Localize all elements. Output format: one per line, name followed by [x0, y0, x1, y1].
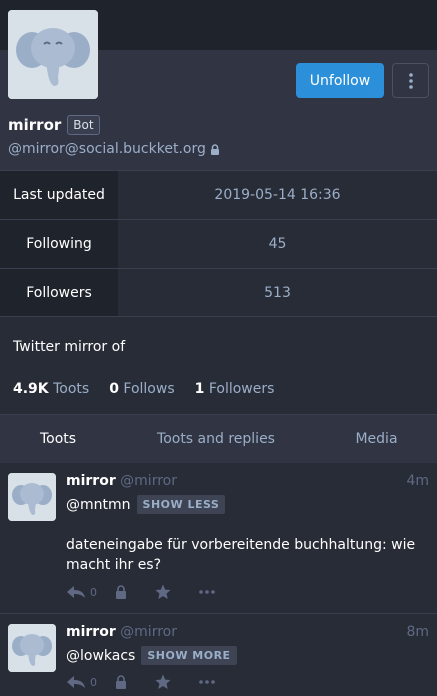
favourite-button[interactable]	[155, 584, 171, 600]
acct-text: @mirror@social.buckket.org	[8, 141, 206, 157]
status-item[interactable]: mirror @mirror 8m @lowkacs SHOW MORE 0	[0, 614, 437, 696]
toots-count[interactable]: 4.9K Toots	[13, 381, 89, 397]
show-less-button[interactable]: SHOW LESS	[136, 495, 226, 514]
status-mention-line: @mntmn SHOW LESS	[66, 495, 226, 514]
status-content: dateneingabe für vorbereitende buchhaltu…	[66, 537, 416, 573]
field-name: Followers	[0, 269, 118, 316]
mention-link[interactable]: @lowkacs	[66, 648, 135, 664]
tab-toots[interactable]: Toots	[0, 415, 116, 463]
status-time[interactable]: 4m	[406, 473, 429, 489]
field-value: 2019-05-14 16:36	[118, 171, 437, 219]
profile-bio: Twitter mirror of	[13, 339, 126, 355]
followers-count[interactable]: 1 Followers	[195, 381, 275, 397]
boost-lock-icon	[116, 585, 126, 599]
reply-button[interactable]: 0	[66, 585, 97, 599]
profile-avatar[interactable]	[8, 10, 98, 99]
ellipsis-icon	[199, 590, 215, 594]
display-name: mirror	[8, 116, 62, 134]
bot-badge: Bot	[67, 115, 100, 135]
ellipsis-icon	[199, 680, 215, 684]
follows-count[interactable]: 0 Follows	[109, 381, 174, 397]
boost-lock-icon	[116, 675, 126, 689]
star-icon	[155, 674, 171, 689]
status-mention-line: @lowkacs SHOW MORE	[66, 646, 237, 665]
elephant-avatar-icon	[8, 10, 98, 99]
field-row: Last updated 2019-05-14 16:36	[0, 170, 437, 219]
lock-icon	[210, 143, 219, 155]
elephant-avatar-icon	[8, 624, 56, 672]
unfollow-button[interactable]: Unfollow	[296, 63, 384, 98]
more-icon	[408, 72, 413, 89]
reply-icon	[67, 676, 85, 688]
profile-name-row: mirror Bot	[8, 115, 100, 135]
star-icon	[155, 584, 171, 599]
field-value: 513	[118, 269, 437, 316]
profile-tabs: Toots Toots and replies Media	[0, 414, 437, 463]
boost-button[interactable]	[115, 585, 127, 599]
elephant-avatar-icon	[8, 473, 56, 521]
more-options-button[interactable]	[392, 63, 429, 98]
account-handle: @mirror@social.buckket.org	[8, 141, 220, 157]
reply-icon	[67, 586, 85, 598]
tab-toots-and-replies[interactable]: Toots and replies	[116, 415, 316, 463]
field-name: Following	[0, 220, 118, 268]
status-time[interactable]: 8m	[406, 624, 429, 640]
mention-link[interactable]: @mntmn	[66, 497, 131, 513]
status-actions: 0	[66, 584, 233, 600]
status-avatar[interactable]	[8, 624, 56, 672]
tab-media[interactable]: Media	[316, 415, 437, 463]
more-actions-button[interactable]	[199, 590, 215, 594]
reply-button[interactable]: 0	[66, 675, 97, 689]
field-name: Last updated	[0, 171, 118, 219]
field-value: 45	[118, 220, 437, 268]
favourite-button[interactable]	[155, 674, 171, 690]
status-item[interactable]: mirror @mirror 4m @mntmn SHOW LESS daten…	[0, 463, 437, 614]
status-avatar[interactable]	[8, 473, 56, 521]
field-row: Followers 513	[0, 268, 437, 317]
status-author[interactable]: mirror @mirror	[66, 473, 177, 489]
status-author[interactable]: mirror @mirror	[66, 624, 177, 640]
more-actions-button[interactable]	[199, 680, 215, 684]
field-row: Following 45	[0, 219, 437, 268]
show-more-button[interactable]: SHOW MORE	[141, 646, 237, 665]
status-actions: 0	[66, 674, 233, 690]
profile-fields: Last updated 2019-05-14 16:36 Following …	[0, 170, 437, 317]
boost-button[interactable]	[115, 675, 127, 689]
profile-counts: 4.9K Toots 0 Follows 1 Followers	[13, 381, 274, 397]
